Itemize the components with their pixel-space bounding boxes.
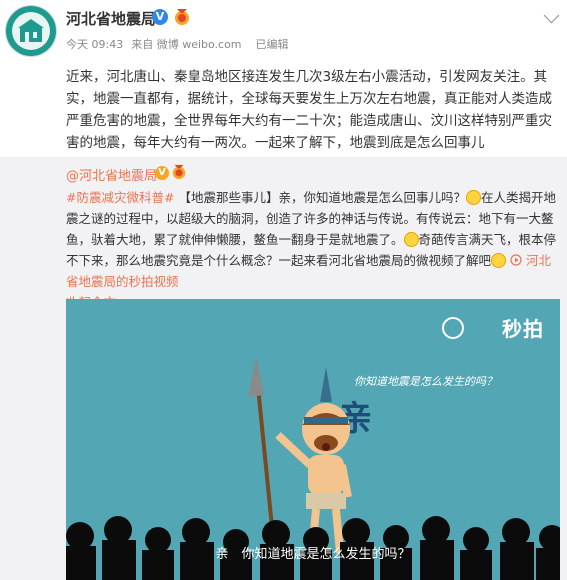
laugh-emoji-icon: [403, 232, 419, 247]
repost-text-1: 【地震那些事儿】亲，你知道地震是怎么回事儿吗？: [178, 190, 466, 205]
avatar[interactable]: [6, 6, 56, 56]
verified-icon: V: [152, 9, 168, 25]
logo-icon: [18, 19, 44, 42]
post-text: 近来，河北唐山、秦皇岛地区接连发生几次3级左右小震活动，引发网友关注。其实，地震…: [66, 69, 552, 151]
post-meta: 今天 09:43 来自 微博 weibo.com 已编辑: [66, 36, 297, 52]
miaopai-logo-icon: [442, 317, 464, 339]
video-watermark: 秒拍: [502, 317, 544, 341]
post-header: 河北省地震局 V 今天 09:43 来自 微博 weibo.com 已编辑: [0, 0, 567, 62]
medal-icon: [175, 9, 189, 25]
post-source[interactable]: 来自 微博 weibo.com: [131, 38, 241, 51]
author-name[interactable]: 河北省地震局: [66, 8, 156, 29]
repost-text: #防震减灾微科普# 【地震那些事儿】亲，你知道地震是怎么回事儿吗？ 在人类揭开地震…: [66, 187, 560, 313]
repost-card: @河北省地震局 V #防震减灾微科普# 【地震那些事儿】亲，你知道地震是怎么回事…: [0, 157, 567, 580]
edited-label[interactable]: 已编辑: [256, 38, 289, 51]
video-player[interactable]: 秒拍 你知道地震是怎么发生的吗？ 亲 亲 你知道地震是怎么发生的吗？: [66, 299, 560, 580]
surprised-emoji-icon: [465, 190, 481, 205]
repost-author[interactable]: @河北省地震局: [66, 165, 157, 184]
hashtag-link[interactable]: #防震减灾微科普#: [66, 190, 174, 205]
medal-icon: [172, 164, 186, 180]
post-time[interactable]: 今天 09:43: [66, 38, 123, 51]
smile-emoji-icon: [491, 253, 507, 268]
verified-icon: V: [155, 166, 169, 180]
video-question-text: 你知道地震是怎么发生的吗？: [354, 375, 497, 388]
video-caption: 亲 你知道地震是怎么发生的吗？: [215, 547, 411, 562]
play-icon: [510, 254, 522, 266]
chevron-down-icon[interactable]: [543, 7, 560, 24]
